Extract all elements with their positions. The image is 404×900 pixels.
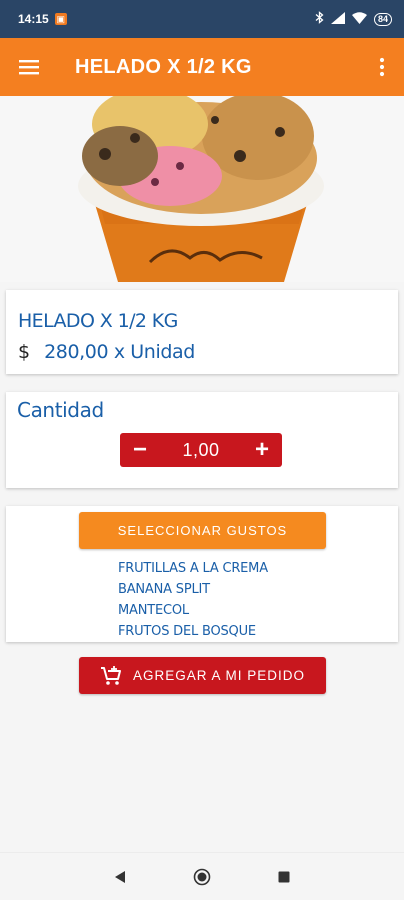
bluetooth-icon bbox=[315, 11, 324, 27]
page-title: HELADO X 1/2 KG bbox=[75, 55, 252, 78]
more-vert-icon bbox=[379, 57, 385, 77]
add-to-order-button[interactable]: AGREGAR A MI PEDIDO bbox=[79, 657, 326, 694]
product-name: HELADO X 1/2 KG bbox=[18, 310, 178, 332]
product-image bbox=[0, 96, 404, 282]
system-nav-bar bbox=[0, 852, 404, 900]
home-button[interactable] bbox=[192, 867, 212, 887]
currency-symbol: $ bbox=[18, 341, 31, 363]
signal-icon bbox=[330, 11, 345, 27]
quantity-stepper: − 1,00 + bbox=[120, 433, 282, 467]
notification-icon: ▣ bbox=[54, 13, 67, 25]
flavor-item: FRUTOS DEL BOSQUE bbox=[118, 624, 256, 639]
battery-indicator: 84 bbox=[373, 12, 392, 26]
flavor-item: MANTECOL bbox=[118, 603, 189, 618]
product-price: 280,00 x Unidad bbox=[44, 341, 195, 363]
more-options-button[interactable] bbox=[360, 38, 404, 96]
app-bar: HELADO X 1/2 KG bbox=[0, 38, 404, 96]
price-row: $ 280,00 x Unidad bbox=[18, 341, 195, 363]
quantity-label: Cantidad bbox=[17, 398, 104, 422]
quantity-value: 1,00 bbox=[182, 439, 220, 460]
increase-button[interactable]: + bbox=[242, 433, 282, 467]
status-icons: 84 bbox=[315, 11, 392, 27]
select-flavors-button[interactable]: SELECCIONAR GUSTOS bbox=[79, 512, 326, 549]
add-cart-icon bbox=[100, 665, 122, 686]
back-icon bbox=[115, 870, 125, 883]
status-bar: 14:15 ▣ 84 bbox=[0, 0, 404, 38]
menu-icon bbox=[19, 60, 39, 75]
flavor-item: FRUTILLAS A LA CREMA bbox=[118, 561, 268, 576]
back-button[interactable] bbox=[110, 867, 130, 887]
status-time: 14:15 bbox=[18, 12, 49, 26]
wifi-icon bbox=[351, 11, 367, 27]
menu-button[interactable] bbox=[0, 38, 58, 96]
flavors-card: SELECCIONAR GUSTOS FRUTILLAS A LA CREMA … bbox=[6, 506, 398, 642]
recents-button[interactable] bbox=[274, 867, 294, 887]
home-icon bbox=[193, 868, 211, 885]
product-card: HELADO X 1/2 KG $ 280,00 x Unidad bbox=[6, 290, 398, 374]
decrease-button[interactable]: − bbox=[120, 433, 160, 467]
add-to-order-label: AGREGAR A MI PEDIDO bbox=[132, 668, 306, 683]
flavor-item: BANANA SPLIT bbox=[118, 582, 210, 597]
quantity-card: Cantidad − 1,00 + bbox=[6, 392, 398, 488]
flavor-list: FRUTILLAS A LA CREMA BANANA SPLIT MANTEC… bbox=[118, 558, 268, 642]
recents-icon bbox=[278, 871, 290, 882]
